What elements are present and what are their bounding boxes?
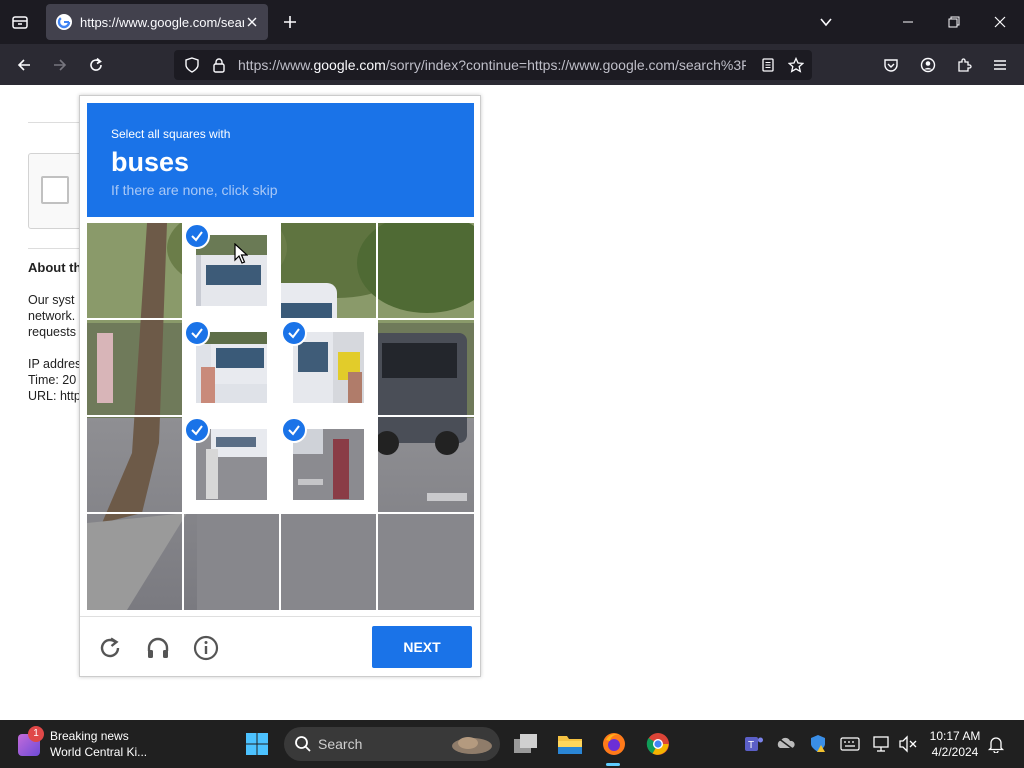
search-highlight-icon bbox=[450, 733, 494, 760]
grid-tile[interactable] bbox=[378, 223, 473, 318]
windows-start-icon[interactable] bbox=[241, 728, 273, 760]
google-favicon bbox=[56, 14, 72, 30]
grid-tile[interactable] bbox=[87, 417, 182, 512]
pocket-icon[interactable] bbox=[878, 52, 904, 78]
grid-tile-selected[interactable] bbox=[184, 417, 279, 512]
news-widget[interactable]: 1 Breaking news World Central Ki... bbox=[18, 726, 168, 762]
grid-tile[interactable] bbox=[378, 417, 473, 512]
file-explorer-icon[interactable] bbox=[554, 728, 586, 760]
forward-icon[interactable] bbox=[47, 52, 73, 78]
reader-view-icon[interactable] bbox=[759, 56, 777, 74]
browser-tab[interactable]: https://www.google.com/search? bbox=[46, 4, 268, 40]
active-app-indicator bbox=[606, 763, 620, 766]
check-icon bbox=[184, 223, 210, 249]
news-title: Breaking news bbox=[50, 729, 129, 743]
browser-tab-strip: https://www.google.com/search? bbox=[0, 0, 1024, 44]
info-icon[interactable] bbox=[191, 633, 221, 663]
mouse-cursor-icon bbox=[234, 243, 248, 264]
onedrive-icon[interactable] bbox=[776, 734, 796, 754]
challenge-target: buses bbox=[111, 147, 190, 177]
taskbar-search[interactable]: Search bbox=[284, 727, 500, 761]
extensions-icon[interactable] bbox=[951, 52, 977, 78]
grid-tile[interactable] bbox=[378, 320, 473, 415]
headphones-icon[interactable] bbox=[143, 633, 173, 663]
footer-divider bbox=[80, 616, 480, 617]
grid-tile[interactable] bbox=[87, 223, 182, 318]
reload-icon[interactable] bbox=[95, 633, 125, 663]
check-icon bbox=[281, 417, 307, 443]
recaptcha-challenge: Select all squares with buses If there a… bbox=[79, 95, 481, 677]
teams-icon[interactable]: T bbox=[744, 734, 764, 754]
challenge-header: Select all squares with buses If there a… bbox=[87, 103, 474, 217]
volume-muted-icon[interactable] bbox=[898, 734, 918, 754]
browser-nav-bar: https://www.google.com/sorry/index?conti… bbox=[0, 44, 1024, 85]
grid-tile-selected[interactable] bbox=[281, 417, 376, 512]
tab-list-icon[interactable] bbox=[8, 10, 32, 34]
menu-icon[interactable] bbox=[987, 52, 1013, 78]
grid-tile[interactable] bbox=[378, 514, 473, 609]
check-icon bbox=[184, 417, 210, 443]
url-bar[interactable]: https://www.google.com/sorry/index?conti… bbox=[174, 50, 812, 80]
plus-icon[interactable] bbox=[278, 10, 302, 34]
notification-badge: 1 bbox=[28, 726, 44, 742]
shield-icon[interactable] bbox=[183, 56, 201, 74]
challenge-hint: If there are none, click skip bbox=[111, 182, 278, 198]
chrome-icon[interactable] bbox=[642, 728, 674, 760]
grid-tile-selected[interactable] bbox=[184, 223, 279, 318]
reload-icon[interactable] bbox=[83, 52, 109, 78]
back-icon[interactable] bbox=[11, 52, 37, 78]
check-icon bbox=[281, 320, 307, 346]
url-text[interactable]: https://www.google.com/sorry/index?conti… bbox=[238, 57, 746, 73]
security-warning-icon[interactable] bbox=[808, 734, 828, 754]
grid-tile[interactable] bbox=[87, 514, 182, 609]
challenge-instructions: Select all squares with bbox=[111, 127, 231, 141]
time-text: 10:17 AM bbox=[929, 729, 981, 743]
task-view-icon[interactable] bbox=[510, 728, 542, 760]
account-icon[interactable] bbox=[915, 52, 941, 78]
search-icon bbox=[294, 735, 312, 758]
grid-tile-selected[interactable] bbox=[184, 320, 279, 415]
notification-bell-icon[interactable] bbox=[986, 734, 1006, 754]
date-text: 4/2/2024 bbox=[931, 745, 979, 759]
recaptcha-checkbox[interactable] bbox=[41, 176, 69, 204]
svg-text:T: T bbox=[748, 740, 754, 751]
lock-icon[interactable] bbox=[210, 56, 228, 74]
clock[interactable]: 10:17 AM 4/2/2024 bbox=[924, 728, 986, 760]
grid-tile[interactable] bbox=[281, 514, 376, 609]
restore-icon[interactable] bbox=[940, 8, 968, 36]
image-grid bbox=[87, 223, 474, 610]
grid-tile[interactable] bbox=[281, 223, 376, 318]
about-title: About th bbox=[28, 260, 82, 275]
tab-title: https://www.google.com/search? bbox=[80, 14, 244, 30]
keyboard-icon[interactable] bbox=[840, 734, 860, 754]
search-label: Search bbox=[318, 736, 363, 752]
star-icon[interactable] bbox=[787, 56, 805, 74]
taskbar: 1 Breaking news World Central Ki... Sear… bbox=[0, 720, 1024, 768]
minimize-icon[interactable] bbox=[894, 8, 922, 36]
grid-tile[interactable] bbox=[87, 320, 182, 415]
close-icon[interactable] bbox=[244, 14, 260, 30]
firefox-icon[interactable] bbox=[598, 728, 630, 760]
grid-tile[interactable] bbox=[184, 514, 279, 609]
close-window-icon[interactable] bbox=[986, 8, 1014, 36]
news-subtitle: World Central Ki... bbox=[50, 745, 148, 759]
check-icon bbox=[184, 320, 210, 346]
chevron-down-icon[interactable] bbox=[814, 10, 838, 34]
network-icon[interactable] bbox=[872, 734, 892, 754]
next-button[interactable]: NEXT bbox=[372, 626, 472, 668]
grid-tile-selected[interactable] bbox=[281, 320, 376, 415]
